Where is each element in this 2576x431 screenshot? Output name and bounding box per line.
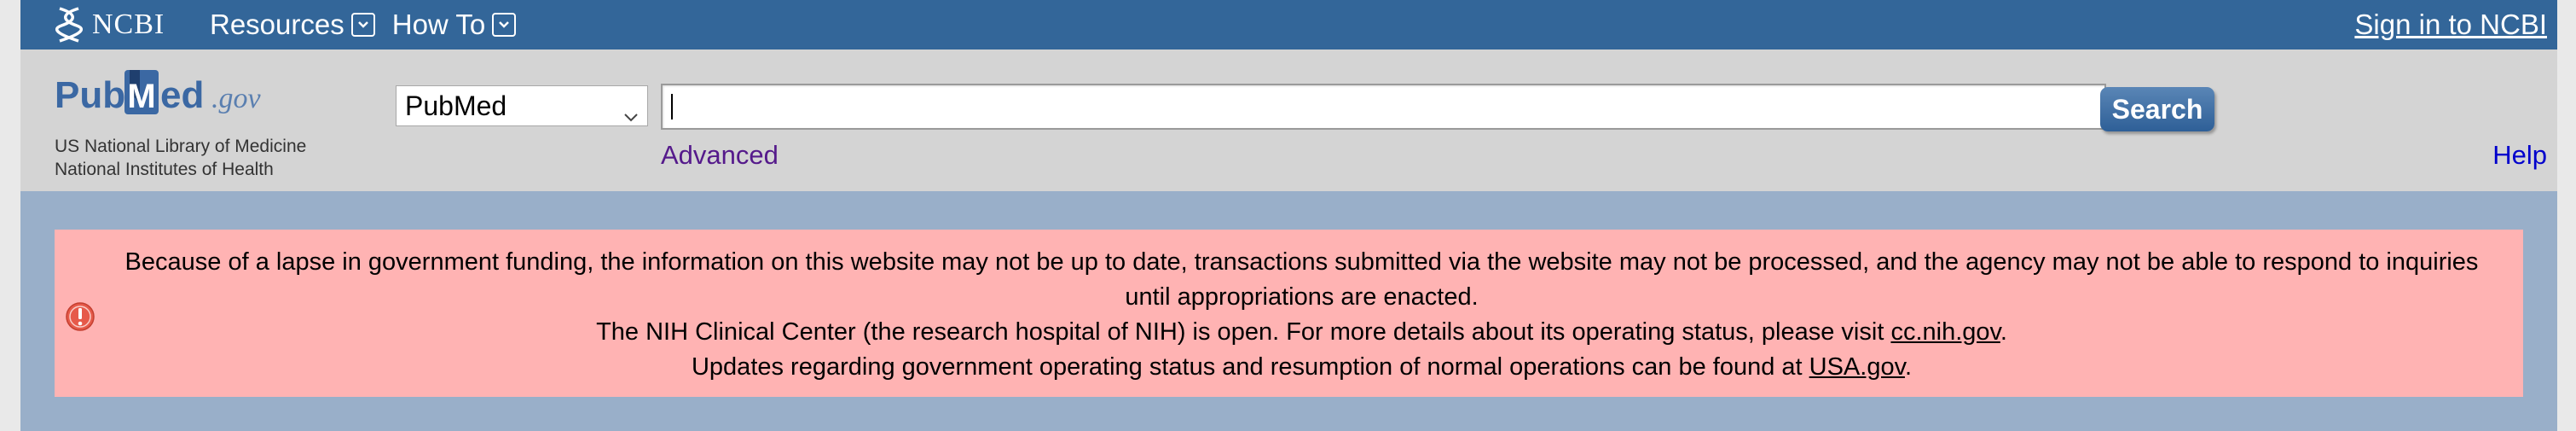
pubmed-tagline: US National Library of Medicine National… xyxy=(55,135,306,181)
pubmed-logo-pub: Pub xyxy=(55,74,125,116)
chevron-down-icon xyxy=(492,13,517,37)
ncbi-topbar: NCBI Resources How To Sign in to NCBI xyxy=(20,0,2557,50)
help-link[interactable]: Help xyxy=(2492,140,2547,171)
sign-in-link[interactable]: Sign in to NCBI xyxy=(2354,0,2547,50)
alert-line-3-end: . xyxy=(1904,353,1912,381)
resources-menu-label: Resources xyxy=(210,9,344,40)
alert-text: Because of a lapse in government funding… xyxy=(114,245,2489,385)
nlm-label: US National Library of Medicine xyxy=(55,137,307,156)
ncbi-logo[interactable]: NCBI xyxy=(55,0,165,50)
nih-label: National Institutes of Health xyxy=(55,160,274,179)
chevron-down-icon xyxy=(623,98,639,130)
alert-line-3: Updates regarding government operating s… xyxy=(114,350,2489,385)
search-button[interactable]: Search xyxy=(2100,87,2214,131)
alert-line-2: The NIH Clinical Center (the research ho… xyxy=(114,315,2489,350)
how-to-menu-label: How To xyxy=(391,9,486,40)
alert-region: Because of a lapse in government funding… xyxy=(20,191,2557,431)
page: NCBI Resources How To Sign in to NCBI Pu… xyxy=(20,0,2557,431)
left-gutter xyxy=(0,0,20,431)
cc-nih-link[interactable]: cc.nih.gov xyxy=(1890,318,2000,346)
alert-line-1: Because of a lapse in government funding… xyxy=(124,248,2479,311)
alert-line-2-text: The NIH Clinical Center (the research ho… xyxy=(596,318,1891,346)
search-input[interactable] xyxy=(661,84,2106,130)
ncbi-logo-text: NCBI xyxy=(92,9,165,40)
chevron-down-icon xyxy=(350,13,375,37)
database-select[interactable]: PubMed xyxy=(396,85,648,126)
database-select-value: PubMed xyxy=(405,90,507,121)
ncbi-helix-icon xyxy=(55,5,84,44)
how-to-menu[interactable]: How To xyxy=(391,9,517,41)
pubmed-logo-ed: ed xyxy=(160,74,204,116)
alert-line-3-text: Updates regarding government operating s… xyxy=(691,353,1809,381)
text-caret xyxy=(671,94,673,119)
pubmed-header: Pub M ed .gov US National Library of Med… xyxy=(20,50,2557,191)
usa-gov-link[interactable]: USA.gov xyxy=(1809,353,1905,381)
right-gutter xyxy=(2557,0,2576,431)
pubmed-logo[interactable]: Pub M ed .gov xyxy=(55,67,302,132)
alert-line-2-end: . xyxy=(2000,318,2007,346)
funding-lapse-alert: Because of a lapse in government funding… xyxy=(55,230,2523,397)
advanced-search-link[interactable]: Advanced xyxy=(661,140,779,171)
top-nav: Resources How To xyxy=(210,0,517,50)
pubmed-logo-m: M xyxy=(127,78,155,115)
pubmed-logo-gov: .gov xyxy=(211,83,262,114)
exclamation-icon xyxy=(65,301,96,336)
resources-menu[interactable]: Resources xyxy=(210,9,375,41)
